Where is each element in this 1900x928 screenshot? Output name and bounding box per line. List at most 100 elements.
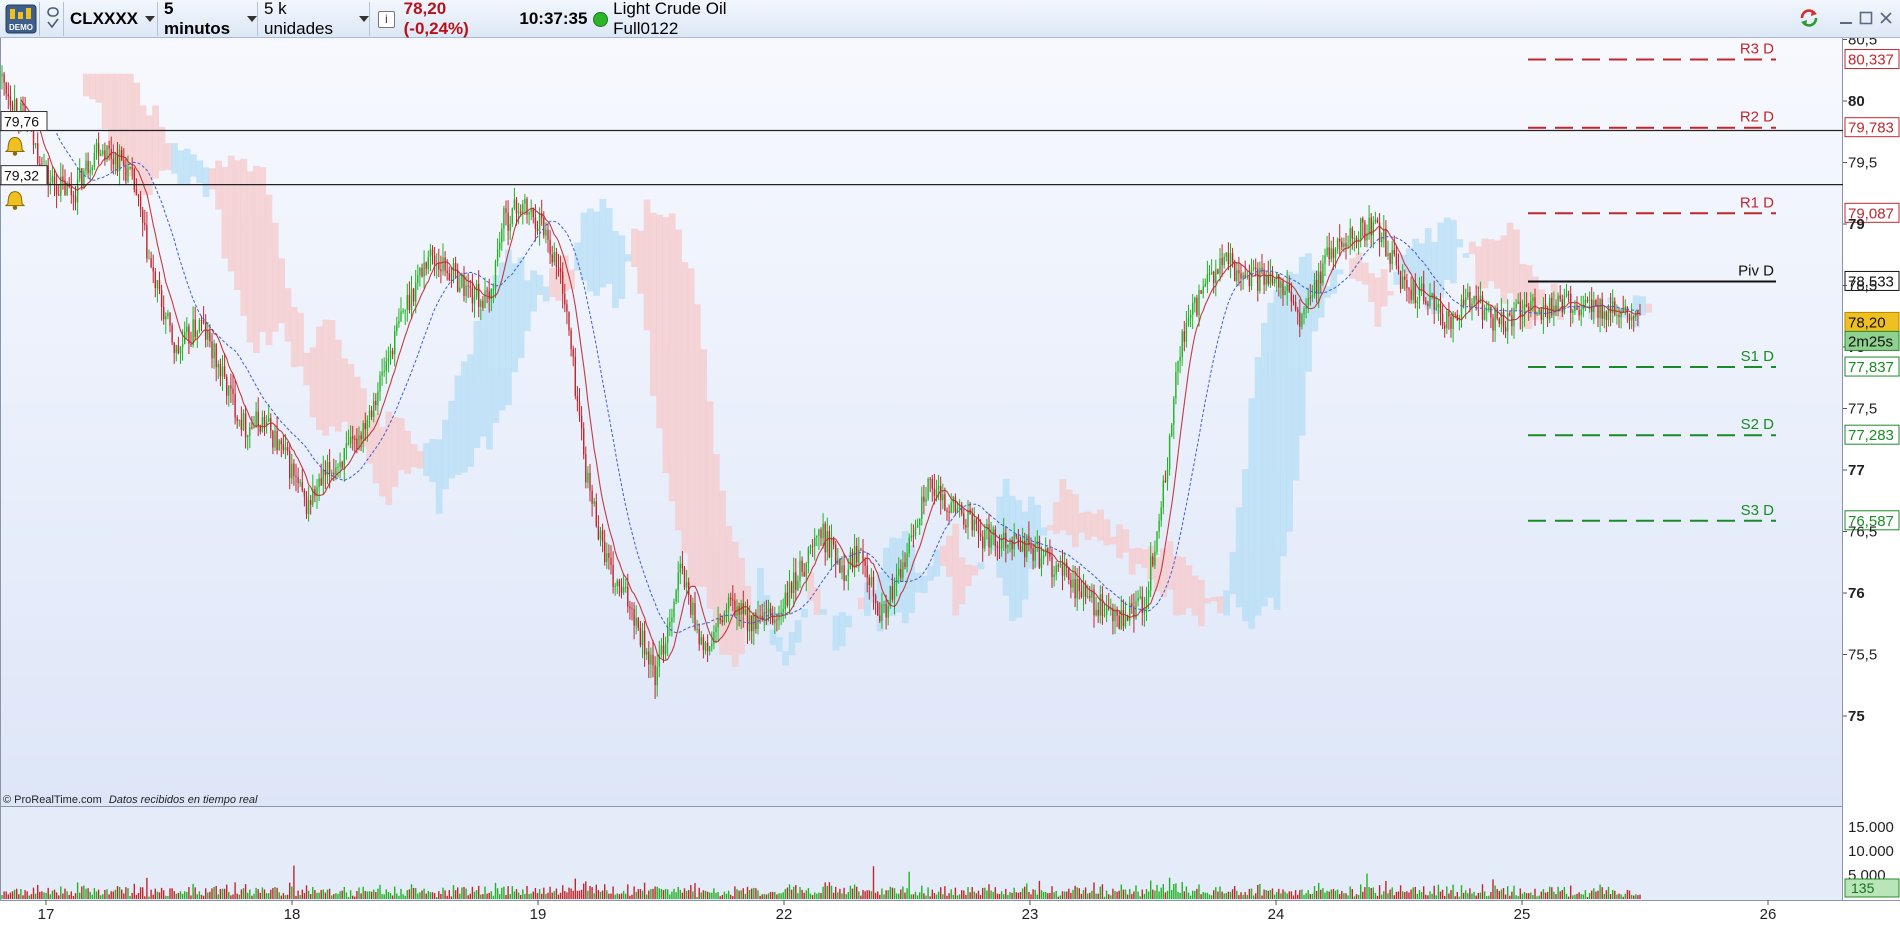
volume-bar (335, 893, 337, 899)
volume-bar (509, 894, 511, 899)
close-button[interactable] (1876, 8, 1896, 28)
volume-bar (723, 891, 726, 899)
timeframe-selector[interactable]: 5 minutos (158, 0, 258, 38)
volume-bar (660, 889, 663, 899)
volume-bar (219, 889, 222, 899)
cloud-segment (1374, 277, 1382, 327)
svg-text:DEMO: DEMO (9, 23, 33, 32)
candle-body (587, 472, 589, 483)
volume-bar (1630, 894, 1633, 899)
volume-bar (740, 890, 742, 899)
candle-body (1108, 607, 1110, 609)
volume-bar (780, 893, 782, 899)
volume-bar (1194, 890, 1196, 899)
volume-bar (1360, 884, 1362, 899)
candle-body (257, 411, 259, 427)
maximize-button[interactable] (1856, 8, 1876, 28)
chart-area[interactable]: 79,76 79,32 R3 D 80,337 R2 D 79,783 R1 D 79,08… (0, 32, 1900, 924)
bell-clapper (12, 205, 18, 210)
volume-bar (45, 892, 47, 899)
cloud-segment (624, 254, 632, 262)
cloud-segment (152, 105, 159, 179)
cloud-segment (89, 73, 96, 100)
symbol-selector[interactable]: CLXXXX (64, 2, 158, 36)
volume-bar (1217, 891, 1219, 899)
volume-bar (786, 887, 789, 899)
candle-body (47, 165, 49, 185)
volume-bar (1292, 895, 1295, 899)
volume-bar (1507, 886, 1509, 899)
candle-body (507, 212, 509, 231)
candle-body (310, 500, 312, 505)
candle-body (116, 154, 119, 172)
cloud-segment (662, 217, 670, 473)
candle-body (1633, 316, 1635, 318)
candle-body (1525, 304, 1528, 307)
cloud-segment (1387, 290, 1394, 296)
cloud-segment (442, 419, 449, 490)
candle-body (1299, 312, 1301, 327)
candle-body (280, 440, 282, 445)
volume-bar (1019, 892, 1022, 899)
volume-bar (547, 892, 549, 899)
candle-body (253, 426, 255, 429)
candle-body (194, 319, 196, 337)
candle-body (1250, 269, 1253, 287)
volume-bar (278, 892, 280, 899)
candle-body (559, 268, 562, 273)
credit-note: Datos recibidos en tiempo real (109, 794, 258, 806)
candle-body (148, 258, 150, 260)
volume-bar (1137, 891, 1139, 899)
candle-body (322, 469, 324, 486)
volume-bar (1250, 888, 1253, 899)
cloud-segment (1267, 302, 1275, 598)
volume-bar (349, 890, 352, 899)
volume-bar (734, 886, 736, 899)
cloud-segment (473, 320, 481, 448)
info-button[interactable]: i (378, 10, 395, 28)
units-selector[interactable]: 5 k unidades (258, 0, 370, 38)
candle-body (845, 575, 847, 581)
minimize-button[interactable] (1836, 8, 1856, 28)
volume-bar (1118, 890, 1120, 899)
candle-body (1040, 558, 1043, 568)
candle-body (580, 415, 583, 429)
cloud-segment (1468, 241, 1476, 255)
link-toggle[interactable] (42, 2, 64, 36)
volume-bar (557, 894, 560, 899)
candle-body (629, 606, 631, 609)
volume-bar (1607, 886, 1610, 899)
candle-body (5, 82, 7, 94)
price-chart[interactable]: 79,7679,32 R3 D80,337R2 D79,783R1 D79,08… (0, 32, 1900, 924)
volume-bar (822, 886, 824, 899)
volume-bar (765, 894, 768, 899)
volume-bar (247, 892, 249, 899)
refresh-button[interactable] (1798, 8, 1818, 28)
volume-bar (95, 891, 98, 899)
candle-body (927, 478, 929, 499)
candle-body (97, 143, 100, 156)
volume-bar (757, 890, 759, 899)
cloud-segment (498, 262, 506, 411)
candle-body (765, 612, 768, 614)
volume-bar (408, 889, 411, 899)
candle-body (1429, 297, 1431, 307)
candle-body (746, 609, 749, 632)
candle-body (1557, 295, 1559, 312)
candle-body (339, 461, 341, 467)
volume-bar (553, 891, 555, 899)
cloud-segment (1393, 271, 1401, 285)
volume-bar (1437, 884, 1440, 899)
candle-body (85, 160, 87, 171)
volume-bar (473, 891, 476, 899)
candle-body (1339, 238, 1341, 242)
volume-bar (534, 888, 537, 899)
candle-body (576, 395, 579, 402)
volume-bar (669, 894, 671, 899)
candle-body (566, 304, 568, 312)
volume-bar (1502, 887, 1505, 899)
volume-bar (202, 895, 205, 899)
candle-body (1194, 297, 1196, 303)
candle-body (1435, 307, 1437, 310)
volume-bar (910, 894, 912, 899)
